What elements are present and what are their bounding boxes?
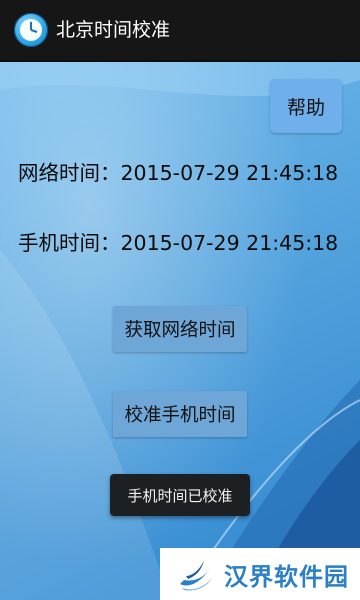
app-title: 北京时间校准 [56, 19, 171, 41]
hanjie-logo-icon [180, 560, 212, 591]
phone-time-value: 2015-07-29 21:45:18 [120, 231, 339, 255]
network-time-label: 网络时间： [18, 161, 121, 185]
fetch-network-time-button[interactable]: 获取网络时间 [113, 306, 247, 352]
help-button[interactable]: 帮助 [270, 79, 342, 133]
app-screen: 北京时间校准 帮助 网络时间：2015-07-29 21:45:18 手机时间：… [0, 0, 360, 600]
phone-time-row: 手机时间：2015-07-29 21:45:18 [18, 228, 338, 258]
calibrate-phone-time-button[interactable]: 校准手机时间 [113, 391, 247, 437]
clock-icon [14, 13, 48, 47]
phone-time-label: 手机时间： [18, 231, 121, 255]
toast-message: 手机时间已校准 [110, 474, 250, 516]
watermark: 汉界软件园 [160, 548, 360, 600]
title-bar: 北京时间校准 [0, 0, 360, 62]
watermark-text: 汉界软件园 [224, 562, 349, 591]
network-time-value: 2015-07-29 21:45:18 [120, 161, 339, 185]
network-time-row: 网络时间：2015-07-29 21:45:18 [18, 158, 338, 188]
